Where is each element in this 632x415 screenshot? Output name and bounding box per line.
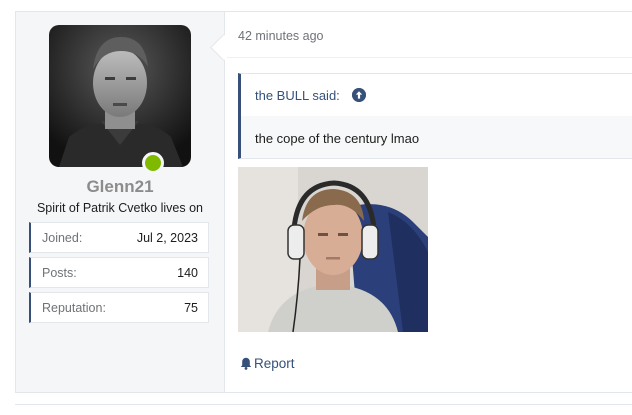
quote-text: the cope of the century lmao (255, 131, 420, 146)
avatar[interactable] (49, 25, 191, 167)
quote-block: the BULL said: the cope of the century l… (238, 73, 632, 159)
post-timestamp[interactable]: 42 minutes ago (238, 29, 323, 43)
username-link[interactable]: Glenn21 (16, 177, 224, 197)
header-divider (225, 57, 632, 58)
stat-label: Joined: (42, 231, 83, 245)
stat-label: Reputation: (42, 301, 106, 315)
quote-author[interactable]: the BULL said: (255, 88, 340, 103)
report-link[interactable]: Report (240, 356, 295, 371)
stat-reputation: Reputation: 75 (29, 292, 209, 323)
bell-icon (240, 357, 252, 370)
avatar-wrap (49, 25, 191, 174)
post-content: 42 minutes ago the BULL said: the cope o… (225, 12, 632, 392)
user-stats: Joined: Jul 2, 2023 Posts: 140 Reputatio… (29, 222, 209, 327)
arrow-up-circle-icon[interactable] (352, 88, 366, 102)
stat-value: 75 (184, 301, 198, 315)
online-status-indicator (142, 152, 164, 174)
stat-value: Jul 2, 2023 (136, 231, 198, 245)
report-label: Report (254, 356, 295, 371)
quote-header: the BULL said: (241, 74, 632, 116)
stat-label: Posts: (42, 266, 77, 280)
forum-post: Glenn21 Spirit of Patrik Cvetko lives on… (15, 11, 632, 393)
stat-value: 140 (177, 266, 198, 280)
stat-posts: Posts: 140 (29, 257, 209, 288)
user-title: Spirit of Patrik Cvetko lives on (36, 201, 204, 215)
stat-joined: Joined: Jul 2, 2023 (29, 222, 209, 253)
attached-photo[interactable] (238, 167, 428, 332)
post-user-sidebar: Glenn21 Spirit of Patrik Cvetko lives on… (16, 12, 225, 392)
